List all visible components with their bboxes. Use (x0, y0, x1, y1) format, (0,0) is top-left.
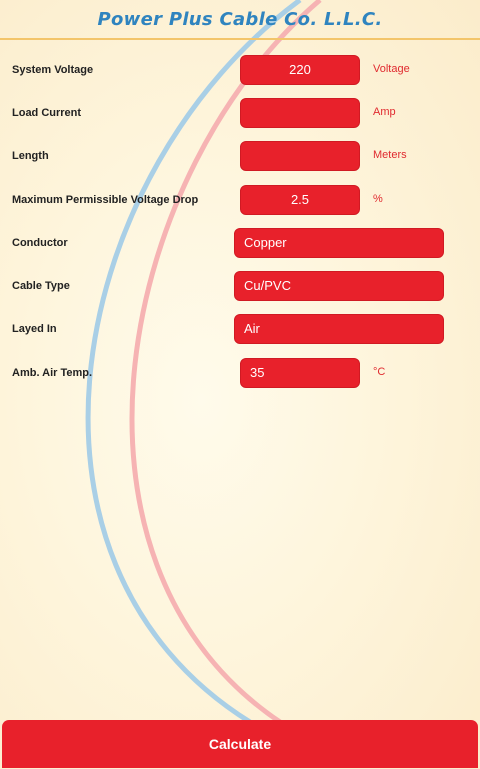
cable-type-label: Cable Type (12, 280, 70, 292)
load-current-input[interactable] (240, 98, 360, 128)
cable-type-select[interactable]: Cu/PVC (234, 271, 444, 301)
row-length: Length Meters (0, 141, 480, 173)
max-voltage-drop-input[interactable]: 2.5 (240, 185, 360, 215)
amb-air-temp-label: Amb. Air Temp. (12, 367, 93, 379)
row-cable-type: Cable Type Cu/PVC (0, 271, 480, 303)
calculate-button[interactable]: Calculate (2, 720, 478, 768)
app-header: Power Plus Cable Co. L.L.C. (0, 0, 480, 40)
conductor-label: Conductor (12, 237, 68, 249)
layed-in-label: Layed In (12, 323, 57, 335)
system-voltage-unit: Voltage (373, 63, 410, 75)
row-system-voltage: System Voltage 220 Voltage (0, 55, 480, 87)
max-voltage-drop-label: Maximum Permissible Voltage Drop (12, 194, 199, 206)
length-input[interactable] (240, 141, 360, 171)
system-voltage-input[interactable]: 220 (240, 55, 360, 85)
max-voltage-drop-unit: % (373, 193, 383, 205)
amb-air-temp-input[interactable]: 35 (240, 358, 360, 388)
load-current-unit: Amp (373, 106, 396, 118)
row-load-current: Load Current Amp (0, 98, 480, 130)
row-layed-in: Layed In Air (0, 314, 480, 346)
row-conductor: Conductor Copper (0, 228, 480, 260)
length-unit: Meters (373, 149, 407, 161)
system-voltage-label: System Voltage (12, 64, 94, 76)
row-amb-air-temp: Amb. Air Temp. 35 °C (0, 358, 480, 390)
brand-title: Power Plus Cable Co. L.L.C. (97, 9, 383, 30)
conductor-select[interactable]: Copper (234, 228, 444, 258)
load-current-label: Load Current (12, 107, 82, 119)
length-label: Length (12, 150, 49, 162)
layed-in-select[interactable]: Air (234, 314, 444, 344)
amb-air-temp-unit: °C (373, 366, 386, 378)
row-max-voltage-drop: Maximum Permissible Voltage Drop 2.5 % (0, 185, 480, 217)
